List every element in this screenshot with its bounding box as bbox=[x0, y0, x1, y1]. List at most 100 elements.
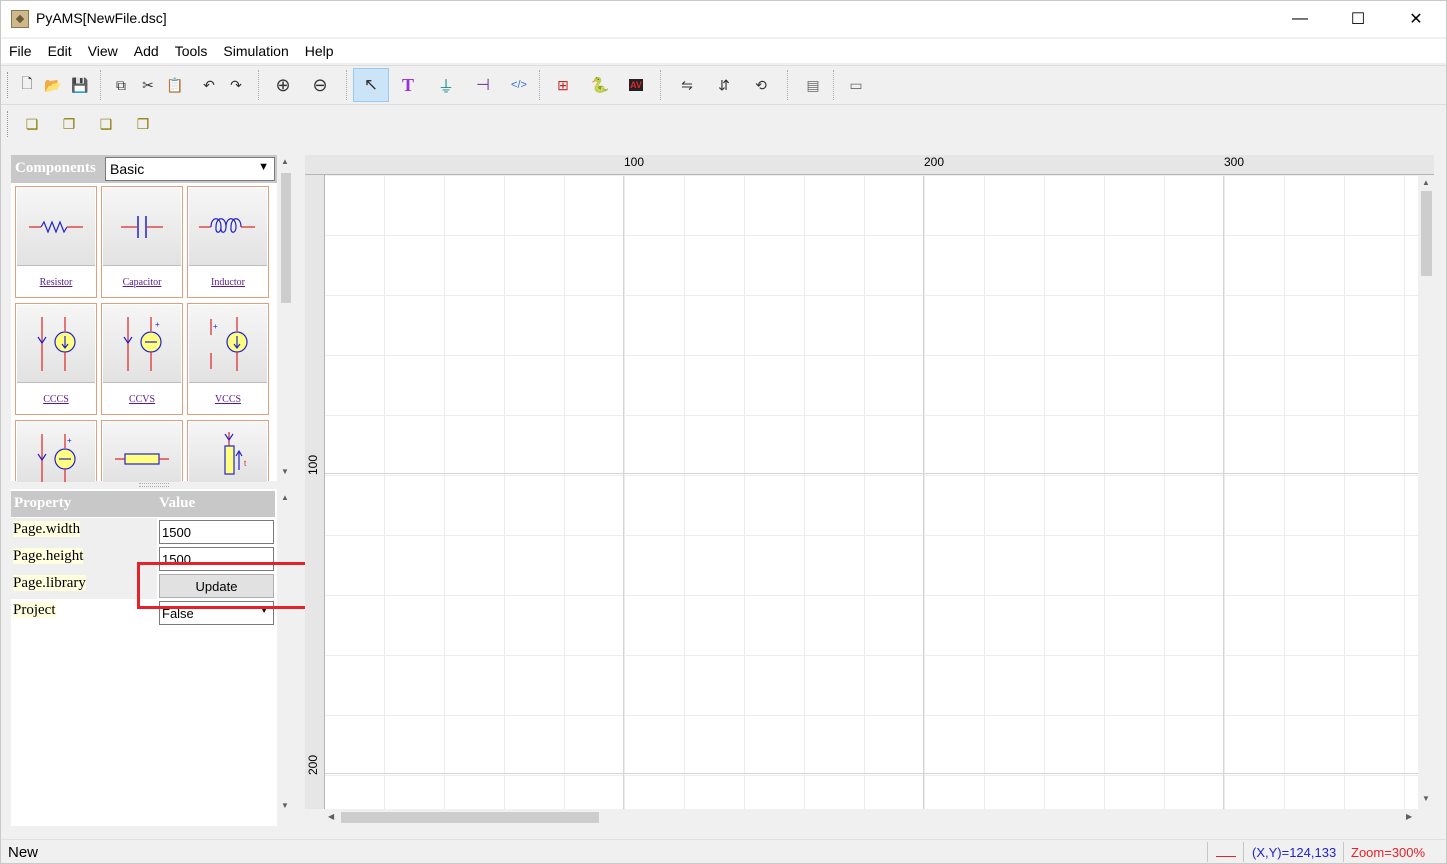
text-tool-icon[interactable]: T bbox=[392, 69, 424, 101]
scrollbar-thumb[interactable] bbox=[341, 812, 599, 823]
component-vccs[interactable]: + VCCS bbox=[187, 303, 269, 415]
status-separator bbox=[1207, 842, 1208, 862]
run-analysis-icon[interactable]: ▤ bbox=[797, 69, 829, 101]
ccvs-symbol-icon: + bbox=[103, 305, 181, 383]
svg-text:+: + bbox=[155, 320, 160, 329]
component-fuse[interactable] bbox=[101, 420, 183, 482]
menu-file[interactable]: File bbox=[1, 39, 40, 63]
redo-icon[interactable]: ↷ bbox=[220, 69, 252, 101]
code-icon[interactable]: </> bbox=[503, 69, 535, 101]
property-key: Project bbox=[11, 599, 157, 626]
component-cccs[interactable]: CCCS bbox=[15, 303, 97, 415]
zoom-level: Zoom=300% bbox=[1351, 845, 1426, 860]
bring-forward-icon[interactable]: ❑ bbox=[90, 108, 122, 140]
flip-horizontal-icon[interactable]: ⇋ bbox=[671, 69, 703, 101]
library-select-value: Basic bbox=[110, 161, 145, 177]
grid-major-line bbox=[325, 773, 1418, 774]
python-icon[interactable]: 🐍 bbox=[584, 69, 616, 101]
component-label[interactable]: VCCS bbox=[188, 394, 268, 405]
library-select[interactable]: Basic ▼ bbox=[105, 157, 275, 181]
canvas-vertical-scrollbar[interactable]: ▲ ▼ bbox=[1418, 176, 1435, 809]
scroll-down-icon[interactable]: ▼ bbox=[281, 801, 289, 810]
toolbar-separator bbox=[346, 70, 347, 100]
send-backward-icon[interactable]: ❒ bbox=[127, 108, 159, 140]
canvas-horizontal-scrollbar[interactable]: ◀ ▶ bbox=[325, 809, 1418, 826]
grid-major-line bbox=[623, 176, 624, 809]
properties-panel: Property Value Page.width 1500 Page.heig… bbox=[11, 489, 277, 826]
scrollbar-thumb[interactable] bbox=[1421, 191, 1432, 276]
menu-add[interactable]: Add bbox=[126, 39, 167, 63]
svg-text:+: + bbox=[213, 322, 218, 331]
component-vcvs[interactable]: + bbox=[15, 420, 97, 482]
component-capacitor[interactable]: Capacitor bbox=[101, 186, 183, 298]
menu-view[interactable]: View bbox=[80, 39, 126, 63]
properties-scrollbar[interactable]: ▲ ▼ bbox=[279, 489, 293, 826]
resistor-symbol-icon bbox=[17, 188, 95, 266]
scroll-up-icon[interactable]: ▲ bbox=[281, 493, 289, 502]
minimize-button[interactable]: — bbox=[1271, 1, 1329, 37]
maximize-button[interactable]: ☐ bbox=[1329, 1, 1387, 37]
save-icon[interactable]: 💾 bbox=[64, 69, 96, 101]
options-icon[interactable]: ▭ bbox=[840, 69, 872, 101]
menu-edit[interactable]: Edit bbox=[40, 39, 80, 63]
page-width-input[interactable]: 1500 bbox=[159, 520, 274, 544]
app-logo-icon bbox=[11, 10, 29, 28]
menu-bar: File Edit View Add Tools Simulation Help bbox=[1, 39, 1446, 63]
ruler-label: 200 bbox=[306, 754, 320, 775]
cccs-symbol-icon bbox=[17, 305, 95, 383]
send-to-back-icon[interactable]: ❐ bbox=[53, 108, 85, 140]
panel-splitter-handle[interactable] bbox=[139, 483, 169, 487]
capacitor-symbol-icon bbox=[103, 188, 181, 266]
grid-major-line bbox=[1223, 176, 1224, 809]
potentiometer-symbol-icon: t bbox=[189, 422, 267, 482]
scrollbar-thumb[interactable] bbox=[281, 173, 291, 303]
property-key-text: Page.library bbox=[13, 575, 86, 591]
window-title: PyAMS[NewFile.dsc] bbox=[36, 10, 167, 26]
component-label[interactable]: CCVS bbox=[102, 394, 182, 405]
component-label[interactable]: Capacitor bbox=[102, 277, 182, 288]
flip-vertical-icon[interactable]: ⇵ bbox=[708, 69, 740, 101]
add-probe-icon[interactable]: ⊞ bbox=[547, 69, 579, 101]
rotate-icon[interactable]: ⟲ bbox=[745, 69, 777, 101]
scroll-down-icon[interactable]: ▼ bbox=[1422, 794, 1430, 803]
inductor-symbol-icon bbox=[189, 188, 267, 266]
scroll-down-icon[interactable]: ▼ bbox=[281, 467, 289, 476]
scroll-right-icon[interactable]: ▶ bbox=[1406, 812, 1412, 821]
bring-to-front-icon[interactable]: ❏ bbox=[16, 108, 48, 140]
component-label[interactable]: Inductor bbox=[188, 277, 268, 288]
menu-tools[interactable]: Tools bbox=[167, 39, 216, 63]
scroll-up-icon[interactable]: ▲ bbox=[1422, 178, 1430, 187]
value-column-header: Value bbox=[159, 495, 196, 511]
close-button[interactable]: ✕ bbox=[1387, 1, 1445, 37]
toolbar-separator bbox=[833, 70, 834, 100]
select-pointer-icon[interactable]: ↖ bbox=[353, 68, 389, 102]
component-resistor[interactable]: Resistor bbox=[15, 186, 97, 298]
toolbar-grip[interactable] bbox=[7, 72, 10, 98]
net-label-icon[interactable]: ⊣ bbox=[467, 69, 499, 101]
zoom-out-icon[interactable]: ⊖ bbox=[304, 69, 336, 101]
component-label[interactable]: Resistor bbox=[16, 277, 96, 288]
components-scrollbar[interactable]: ▲ ▼ bbox=[279, 155, 293, 481]
ground-icon[interactable]: ⏚ bbox=[430, 69, 462, 101]
scroll-up-icon[interactable]: ▲ bbox=[281, 157, 289, 166]
paste-icon[interactable]: 📋 bbox=[159, 69, 191, 101]
component-inductor[interactable]: Inductor bbox=[187, 186, 269, 298]
component-potentiometer[interactable]: t bbox=[187, 420, 269, 482]
menu-simulation[interactable]: Simulation bbox=[215, 39, 296, 63]
toolbar-separator bbox=[660, 70, 661, 100]
component-ccvs[interactable]: + CCVS bbox=[101, 303, 183, 415]
schematic-canvas[interactable] bbox=[325, 176, 1418, 809]
toolbar-grip[interactable] bbox=[7, 111, 10, 137]
arrange-toolbar: ❏ ❐ ❑ ❒ bbox=[1, 104, 1446, 144]
voltmeter-label: AV bbox=[629, 79, 643, 91]
zoom-in-icon[interactable]: ⊕ bbox=[267, 69, 299, 101]
property-key: Page.width bbox=[11, 518, 157, 545]
voltmeter-icon[interactable]: AV bbox=[620, 69, 652, 101]
grid-major-line bbox=[325, 473, 1418, 474]
menu-help[interactable]: Help bbox=[297, 39, 342, 63]
scroll-left-icon[interactable]: ◀ bbox=[328, 812, 334, 821]
ruler-label: 100 bbox=[306, 454, 320, 475]
component-label[interactable]: CCCS bbox=[16, 394, 96, 405]
svg-text:t: t bbox=[244, 459, 247, 468]
toolbar-separator bbox=[258, 70, 259, 100]
